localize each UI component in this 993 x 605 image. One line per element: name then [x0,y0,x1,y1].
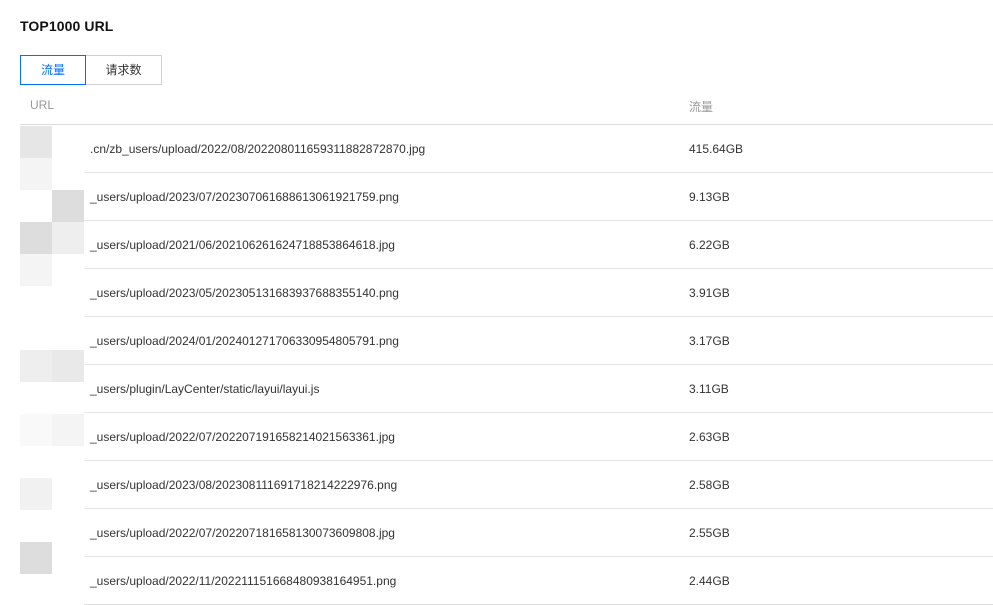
url-cell: .cn/zb_users/upload/2022/08/202208011659… [90,142,426,156]
url-cell: _users/upload/2023/08/202308111691718214… [90,478,398,492]
traffic-cell: 3.91GB [689,286,730,300]
traffic-cell: 415.64GB [689,142,744,156]
table-row: _users/upload/2023/08/202308111691718214… [20,461,993,509]
url-cell: _users/upload/2022/11/202211151668480938… [90,574,397,588]
url-cell: _users/upload/2024/01/202401271706330954… [90,334,399,348]
url-cell: _users/upload/2022/07/202207191658214021… [90,430,395,444]
tab-requests[interactable]: 请求数 [85,55,162,85]
traffic-cell: 2.44GB [689,574,730,588]
table-row: _users/plugin/LayCenter/static/layui/lay… [20,365,993,413]
traffic-cell: 6.22GB [689,238,730,252]
table-row: _users/upload/2022/07/202207181658130073… [20,509,993,557]
table-row: _users/upload/2024/01/202401271706330954… [20,317,993,365]
table-row: _users/upload/2022/07/202207191658214021… [20,413,993,461]
url-cell: _users/upload/2023/07/202307061688613061… [90,190,399,204]
table-row: _users/upload/2022/11/202211151668480938… [20,557,993,605]
table-row: _users/upload/2023/07/202307061688613061… [20,173,993,221]
url-cell: _users/plugin/LayCenter/static/layui/lay… [90,382,320,396]
panel-title: TOP1000 URL [20,18,114,34]
url-cell: _users/upload/2022/07/202207181658130073… [90,526,395,540]
traffic-cell: 3.17GB [689,334,730,348]
traffic-cell: 9.13GB [689,190,730,204]
table-row: _users/upload/2021/06/202106261624718853… [20,221,993,269]
traffic-cell: 3.11GB [689,382,729,396]
url-cell: _users/upload/2023/05/202305131683937688… [90,286,399,300]
tab-traffic[interactable]: 流量 [20,55,86,85]
url-cell: _users/upload/2021/06/202106261624718853… [90,238,395,252]
traffic-cell: 2.58GB [689,478,730,492]
table-body: .cn/zb_users/upload/2022/08/202208011659… [20,125,993,605]
column-header-url: URL [30,98,55,112]
metric-tabs: 流量 请求数 [20,55,162,85]
traffic-cell: 2.63GB [689,430,730,444]
traffic-cell: 2.55GB [689,526,730,540]
table-header: URL 流量 [20,86,993,125]
top-url-panel: TOP1000 URL 流量 请求数 URL 流量 .cn/zb_users/u… [0,0,993,605]
table-row: _users/upload/2023/05/202305131683937688… [20,269,993,317]
column-header-traffic: 流量 [689,100,714,114]
url-table: URL 流量 .cn/zb_users/upload/2022/08/20220… [20,86,993,605]
table-row: .cn/zb_users/upload/2022/08/202208011659… [20,125,993,173]
